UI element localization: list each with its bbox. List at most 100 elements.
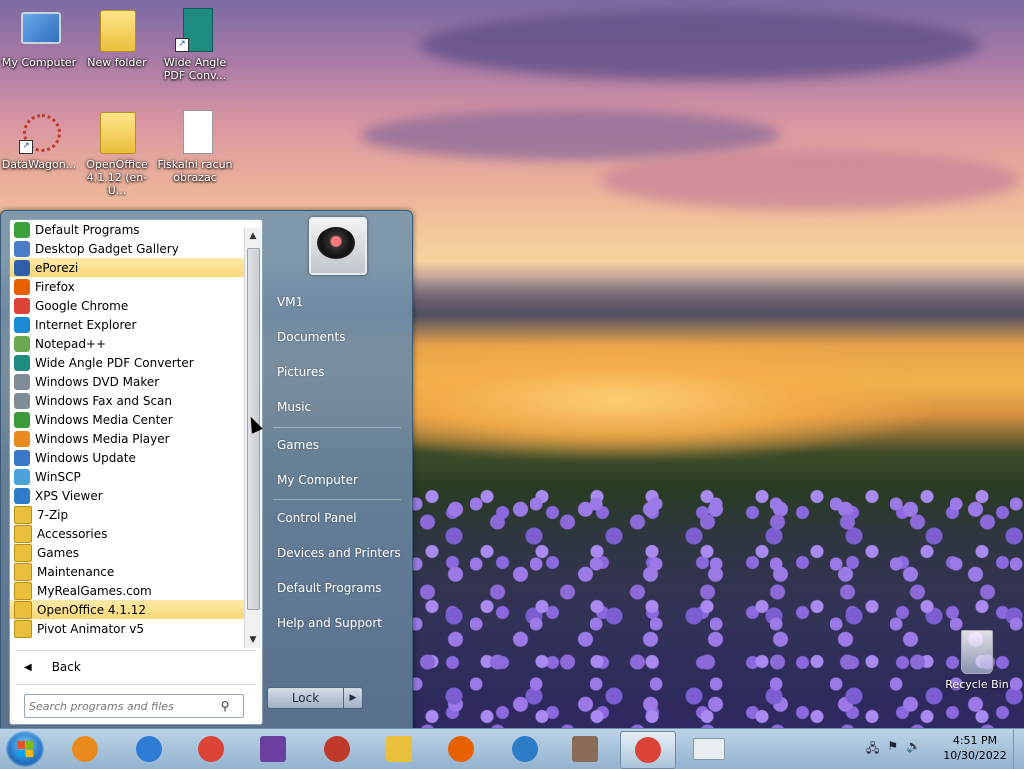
taskbar-button[interactable] <box>246 731 300 767</box>
start-menu-link[interactable]: My Computer <box>277 473 358 487</box>
program-item[interactable]: Desktop Gadget Gallery <box>10 239 244 258</box>
start-menu-left-pane: Default Programs Desktop Gadget Gallery eP… <box>9 219 263 725</box>
lock-button[interactable]: Lock ▶ <box>267 687 363 709</box>
firefox-icon <box>448 736 474 762</box>
taskbar-button[interactable] <box>372 731 426 767</box>
program-item[interactable]: WinSCP <box>10 467 244 486</box>
folder-icon <box>14 619 32 638</box>
start-button[interactable] <box>6 731 44 767</box>
system-tray: 🖧 ⚑ 🔊 <box>866 739 921 760</box>
program-item[interactable]: 7-Zip <box>10 505 244 524</box>
program-item[interactable]: Windows Media Player <box>10 429 244 448</box>
folder-icon <box>14 505 32 524</box>
media-player-icon <box>14 430 30 447</box>
recycle-bin[interactable]: Recycle Bin <box>940 630 1014 691</box>
desktop-icon-label: OpenOffice 4.1.12 (en-U... <box>86 158 148 197</box>
program-item[interactable]: Games <box>10 543 244 562</box>
notepad-icon <box>14 335 30 352</box>
program-item[interactable]: Windows Media Center <box>10 410 244 429</box>
document-icon <box>173 110 217 154</box>
program-item[interactable]: OpenOffice 4.1.12 <box>10 600 244 619</box>
divider <box>273 427 401 428</box>
desktop-icon[interactable]: Fiskalni racun obrazac <box>156 110 234 184</box>
start-menu-link[interactable]: Control Panel <box>277 511 357 525</box>
program-label: Wide Angle PDF Converter <box>35 355 194 370</box>
taskbar-button[interactable] <box>682 731 736 767</box>
volume-icon[interactable]: 🔊 <box>906 739 921 760</box>
clock[interactable]: 4:51 PM 10/30/2022 <box>940 733 1010 763</box>
search-box[interactable]: ⚲ <box>24 694 244 718</box>
program-item[interactable]: Windows Fax and Scan <box>10 391 244 410</box>
desktop-icon[interactable]: ↗ Wide Angle PDF Conv... <box>156 8 234 82</box>
program-item[interactable]: Wide Angle PDF Converter <box>10 353 244 372</box>
program-label: Firefox <box>35 279 75 294</box>
recycle-bin-icon <box>961 630 993 674</box>
program-item[interactable]: Internet Explorer <box>10 315 244 334</box>
start-menu-link[interactable]: Games <box>277 438 319 452</box>
start-menu-link[interactable]: Music <box>277 400 311 414</box>
desktop-icon[interactable]: OpenOffice 4.1.12 (en-U... <box>78 110 156 197</box>
show-desktop-button[interactable] <box>1013 729 1024 769</box>
start-menu-link[interactable]: Documents <box>277 330 345 344</box>
taskbar-button[interactable] <box>58 731 112 767</box>
taskbar-button[interactable] <box>620 731 676 769</box>
folder-icon <box>14 524 32 543</box>
program-item[interactable]: Windows Update <box>10 448 244 467</box>
desktop-icon[interactable]: My Computer <box>0 8 78 69</box>
taskbar-button[interactable] <box>310 731 364 767</box>
scroll-down-button[interactable]: ▼ <box>245 632 261 648</box>
desktop-icon[interactable]: ↗ DataWagon... <box>0 110 78 171</box>
user-picture[interactable] <box>309 217 367 275</box>
start-menu-link[interactable]: VM1 <box>277 295 303 309</box>
program-label: Pivot Animator v5 <box>37 621 144 636</box>
program-item[interactable]: Maintenance <box>10 562 244 581</box>
datawagon-icon: ↗ <box>17 110 61 154</box>
back-label: Back <box>51 660 81 674</box>
back-button[interactable]: ◀ Back <box>10 656 260 678</box>
program-list: Default Programs Desktop Gadget Gallery eP… <box>10 220 244 650</box>
chrome-icon <box>198 736 224 762</box>
pivot-animator-icon <box>324 736 350 762</box>
wallpaper-cloud <box>420 10 980 80</box>
scroll-up-button[interactable]: ▲ <box>245 228 261 244</box>
taskbar-button[interactable] <box>184 731 238 767</box>
search-input[interactable] <box>25 698 217 714</box>
program-item[interactable]: Firefox <box>10 277 244 296</box>
start-menu-link[interactable]: Help and Support <box>277 616 382 630</box>
program-item[interactable]: Windows DVD Maker <box>10 372 244 391</box>
program-list-scrollbar[interactable]: ▲ ▼ <box>244 228 261 648</box>
program-item[interactable]: ePorezi <box>10 258 244 277</box>
program-item[interactable]: Google Chrome <box>10 296 244 315</box>
folder-icon <box>14 562 32 581</box>
program-item[interactable]: Default Programs <box>10 220 244 239</box>
search-icon[interactable]: ⚲ <box>217 699 233 713</box>
taskbar-button[interactable] <box>122 731 176 767</box>
gadget-gallery-icon <box>14 240 30 257</box>
program-label: Desktop Gadget Gallery <box>35 241 179 256</box>
program-label: ePorezi <box>35 260 79 275</box>
divider <box>273 499 401 500</box>
desktop-icon-label: DataWagon... <box>1 158 77 171</box>
start-menu-link[interactable]: Devices and Printers <box>277 546 401 560</box>
lock-options-arrow[interactable]: ▶ <box>343 688 362 708</box>
start-menu-link[interactable]: Pictures <box>277 365 325 379</box>
program-item[interactable]: MyRealGames.com <box>10 581 244 600</box>
start-menu-link[interactable]: Default Programs <box>277 581 382 595</box>
desktop-icon[interactable]: New folder <box>78 8 156 69</box>
mail-icon <box>693 738 725 760</box>
clock-time: 4:51 PM <box>952 734 998 747</box>
program-item[interactable]: Accessories <box>10 524 244 543</box>
taskbar-button[interactable] <box>434 731 488 767</box>
program-item[interactable]: Notepad++ <box>10 334 244 353</box>
action-center-icon[interactable]: ⚑ <box>887 739 898 760</box>
program-label: 7-Zip <box>37 507 69 522</box>
windows-update-icon <box>14 449 30 466</box>
program-label: Default Programs <box>35 222 140 237</box>
network-icon[interactable]: 🖧 <box>866 739 879 760</box>
program-item[interactable]: Pivot Animator v5 <box>10 619 244 638</box>
program-item[interactable]: XPS Viewer <box>10 486 244 505</box>
turntable-icon <box>317 227 355 259</box>
taskbar-button[interactable] <box>498 731 552 767</box>
taskbar-button[interactable] <box>558 731 612 767</box>
wallpaper-flowers <box>410 480 1024 728</box>
